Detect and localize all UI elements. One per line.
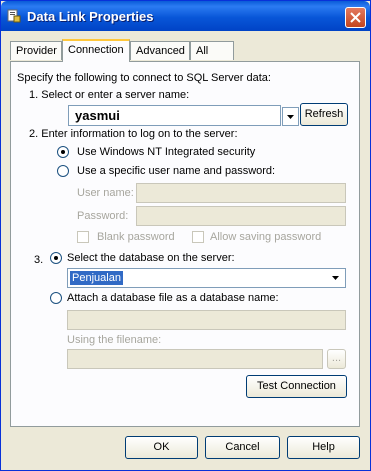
test-connection-button[interactable]: Test Connection xyxy=(246,375,347,398)
tab-provider[interactable]: Provider xyxy=(10,41,62,60)
using-filename-label: Using the filename: xyxy=(67,334,162,346)
specific-user-radio[interactable] xyxy=(57,165,69,177)
server-name-value: yasmui xyxy=(75,108,120,123)
attach-db-name-input[interactable] xyxy=(67,310,346,330)
step2-label: 2. Enter information to log on to the se… xyxy=(29,128,238,140)
database-value: Penjualan xyxy=(70,271,123,285)
nt-security-label: Use Windows NT Integrated security xyxy=(77,146,256,158)
attach-db-radio[interactable] xyxy=(50,292,62,304)
specific-user-label: Use a specific user name and password: xyxy=(77,165,276,177)
select-db-radio[interactable] xyxy=(50,252,62,264)
title-bar[interactable]: Data Link Properties xyxy=(1,1,370,31)
intro-text: Specify the following to connect to SQL … xyxy=(17,72,271,84)
cancel-button[interactable]: Cancel xyxy=(205,436,280,459)
close-button[interactable] xyxy=(345,7,366,28)
select-db-label: Select the database on the server: xyxy=(67,252,235,264)
filename-input[interactable] xyxy=(67,349,323,369)
allow-saving-checkbox[interactable] xyxy=(192,231,204,243)
chevron-down-icon xyxy=(287,115,294,119)
ok-button[interactable]: OK xyxy=(125,436,198,459)
server-name-combo[interactable]: yasmui xyxy=(68,105,281,126)
data-link-icon xyxy=(7,9,21,23)
data-link-properties-window: Data Link Properties Provider Connection… xyxy=(0,0,371,471)
close-icon xyxy=(350,12,361,23)
database-combo[interactable]: Penjualan xyxy=(67,268,346,288)
tab-all[interactable]: All xyxy=(190,41,234,60)
blank-password-label: Blank password xyxy=(97,231,175,243)
browse-button[interactable]: ... xyxy=(327,349,346,369)
window-title: Data Link Properties xyxy=(27,9,154,24)
tab-label: Advanced xyxy=(136,45,185,57)
database-dropdown-button[interactable] xyxy=(328,270,345,286)
username-label: User name: xyxy=(77,187,134,199)
help-button[interactable]: Help xyxy=(287,436,360,459)
refresh-button[interactable]: Refresh xyxy=(300,103,348,126)
username-input[interactable] xyxy=(136,183,346,203)
step3-number: 3. xyxy=(34,254,44,266)
password-input[interactable] xyxy=(136,206,346,226)
attach-db-label: Attach a database file as a database nam… xyxy=(67,292,279,304)
nt-security-radio[interactable] xyxy=(57,146,69,158)
connection-panel: Specify the following to connect to SQL … xyxy=(10,61,360,427)
tab-connection[interactable]: Connection xyxy=(62,39,130,62)
password-label: Password: xyxy=(77,210,129,222)
server-dropdown-button[interactable] xyxy=(282,107,299,126)
step1-label: 1. Select or enter a server name: xyxy=(29,89,190,101)
tab-label: Provider xyxy=(16,45,57,57)
tab-label: All xyxy=(196,45,209,57)
tab-label: Connection xyxy=(68,44,124,56)
chevron-down-icon xyxy=(332,276,339,280)
allow-saving-label: Allow saving password xyxy=(210,231,322,243)
blank-password-checkbox[interactable] xyxy=(77,231,89,243)
tab-advanced[interactable]: Advanced xyxy=(130,41,190,60)
